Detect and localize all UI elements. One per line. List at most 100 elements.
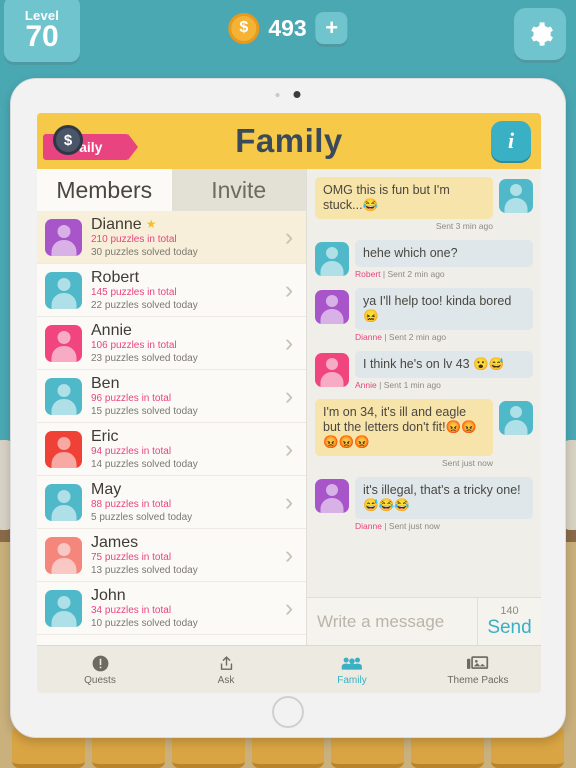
chevron-right-icon[interactable]: › <box>278 223 300 252</box>
chat-message-list[interactable]: OMG this is fun but I'm stuck...😂 Sent 3… <box>307 169 541 597</box>
chat-time: Sent just now <box>388 521 440 531</box>
member-row[interactable]: John 34 puzzles in total 10 puzzles solv… <box>37 582 306 635</box>
chat-message: OMG this is fun but I'm stuck...😂 Sent 3… <box>315 177 533 231</box>
chat-meta-separator: | <box>379 380 382 390</box>
nav-item-family[interactable]: Family <box>289 646 415 693</box>
coin-icon: $ <box>228 12 260 44</box>
settings-button[interactable] <box>514 8 566 60</box>
member-total: 94 puzzles in total <box>91 445 172 457</box>
tablet-home-button[interactable] <box>272 696 304 728</box>
member-name-line: Ben <box>91 375 278 392</box>
app-header: Daily $ Family i <box>37 113 541 169</box>
avatar <box>45 430 82 468</box>
chat-message: it's illegal, that's a tricky one!😅😂😂 Di… <box>315 477 533 531</box>
top-hud: Level 70 $ 493 + <box>0 0 576 78</box>
tab-invite[interactable]: Invite <box>171 169 306 211</box>
member-total: 88 puzzles in total <box>91 498 172 510</box>
avatar <box>45 324 82 362</box>
chat-message-body: it's illegal, that's a tricky one!😅😂😂 Di… <box>355 477 533 531</box>
daily-coin-icon: $ <box>53 125 83 155</box>
member-today: 14 puzzles solved today <box>91 458 198 470</box>
member-name-line: Eric <box>91 428 278 445</box>
chat-meta: Robert | Sent 2 min ago <box>355 269 533 279</box>
member-row[interactable]: Dianne ★ 210 puzzles in total 30 puzzles… <box>37 211 306 264</box>
member-row[interactable]: Annie 106 puzzles in total 23 puzzles so… <box>37 317 306 370</box>
member-today: 10 puzzles solved today <box>91 617 198 629</box>
member-today: 5 puzzles solved today <box>91 511 193 523</box>
chat-time: Sent 2 min ago <box>388 332 447 342</box>
nav-item-theme-packs[interactable]: Theme Packs <box>415 646 541 693</box>
chat-bubble: it's illegal, that's a tricky one!😅😂😂 <box>355 477 533 519</box>
chat-meta-separator: | <box>384 521 387 531</box>
avatar <box>45 218 82 256</box>
exclamation-icon <box>91 653 110 673</box>
message-input[interactable]: Write a message <box>307 598 477 645</box>
member-name-line: Robert <box>91 269 278 286</box>
member-name-line: May <box>91 481 278 498</box>
chat-meta: Sent just now <box>315 458 493 468</box>
nav-item-ask[interactable]: Ask <box>163 646 289 693</box>
chevron-right-icon[interactable]: › <box>278 488 300 517</box>
nav-label: Family <box>337 675 367 686</box>
info-button[interactable]: i <box>491 121 531 161</box>
chat-time: Sent 3 min ago <box>435 221 493 231</box>
daily-reward-badge[interactable]: Daily $ <box>43 117 138 163</box>
add-coins-button[interactable]: + <box>315 12 348 44</box>
member-name-line: Annie <box>91 322 278 339</box>
member-name: Annie <box>91 321 132 339</box>
member-row[interactable]: Robert 145 puzzles in total 22 puzzles s… <box>37 264 306 317</box>
member-row[interactable]: Ben 96 puzzles in total 15 puzzles solve… <box>37 370 306 423</box>
member-name-line: John <box>91 587 278 604</box>
chat-message: hehe which one? Robert | Sent 2 min ago <box>315 240 533 279</box>
avatar <box>45 536 82 574</box>
member-name: James <box>91 533 139 551</box>
avatar <box>45 271 82 309</box>
tablet-camera <box>275 91 301 98</box>
tab-members[interactable]: Members <box>37 169 172 211</box>
app-screen: Daily $ Family i Members Invite Dianne ★… <box>37 113 541 693</box>
member-info: Ben 96 puzzles in total 15 puzzles solve… <box>82 375 278 418</box>
chevron-right-icon[interactable]: › <box>278 435 300 464</box>
chevron-right-icon[interactable]: › <box>278 276 300 305</box>
chat-meta: Annie | Sent 1 min ago <box>355 380 533 390</box>
camera-sensor <box>275 92 280 97</box>
nav-label: Ask <box>217 675 235 686</box>
member-total: 96 puzzles in total <box>91 392 172 404</box>
avatar <box>499 401 533 435</box>
member-name: May <box>91 480 122 498</box>
page-title: Family <box>235 122 343 159</box>
avatar <box>315 479 349 513</box>
member-row[interactable]: May 88 puzzles in total 5 puzzles solved… <box>37 476 306 529</box>
avatar <box>45 589 82 627</box>
member-info: James 75 puzzles in total 13 puzzles sol… <box>82 534 278 577</box>
member-row[interactable]: Eric 94 puzzles in total 14 puzzles solv… <box>37 423 306 476</box>
nav-label: Theme Packs <box>447 675 509 686</box>
member-info: May 88 puzzles in total 5 puzzles solved… <box>82 481 278 524</box>
chevron-right-icon[interactable]: › <box>278 541 300 570</box>
member-name-line: Dianne ★ <box>91 216 278 233</box>
chat-time: Sent 2 min ago <box>387 269 445 279</box>
send-button[interactable]: 140 Send <box>477 598 541 645</box>
chat-message-body: hehe which one? Robert | Sent 2 min ago <box>355 240 533 279</box>
chat-author: Robert <box>355 269 381 279</box>
member-name: Robert <box>91 268 140 286</box>
chevron-right-icon[interactable]: › <box>278 382 300 411</box>
star-icon: ★ <box>145 216 157 231</box>
chat-bubble: OMG this is fun but I'm stuck...😂 <box>315 177 493 219</box>
member-today: 30 puzzles solved today <box>91 246 198 258</box>
chat-panel: OMG this is fun but I'm stuck...😂 Sent 3… <box>307 169 541 645</box>
people-icon <box>341 653 363 673</box>
app-body: Members Invite Dianne ★ 210 puzzles in t… <box>37 169 541 645</box>
chevron-right-icon[interactable]: › <box>278 329 300 358</box>
member-list[interactable]: Dianne ★ 210 puzzles in total 30 puzzles… <box>37 211 306 645</box>
tab-bar: Members Invite <box>37 169 306 211</box>
member-info: John 34 puzzles in total 10 puzzles solv… <box>82 587 278 630</box>
chat-message-body: ya I'll help too! kinda bored 😖 Dianne |… <box>355 288 533 342</box>
member-total: 145 puzzles in total <box>91 286 177 298</box>
chat-bubble: I think he's on lv 43 😮😅 <box>355 351 533 378</box>
member-row[interactable]: James 75 puzzles in total 13 puzzles sol… <box>37 529 306 582</box>
camera-lens <box>293 91 301 98</box>
chevron-right-icon[interactable]: › <box>278 594 300 623</box>
nav-item-quests[interactable]: Quests <box>37 646 163 693</box>
chat-author: Dianne <box>355 332 382 342</box>
